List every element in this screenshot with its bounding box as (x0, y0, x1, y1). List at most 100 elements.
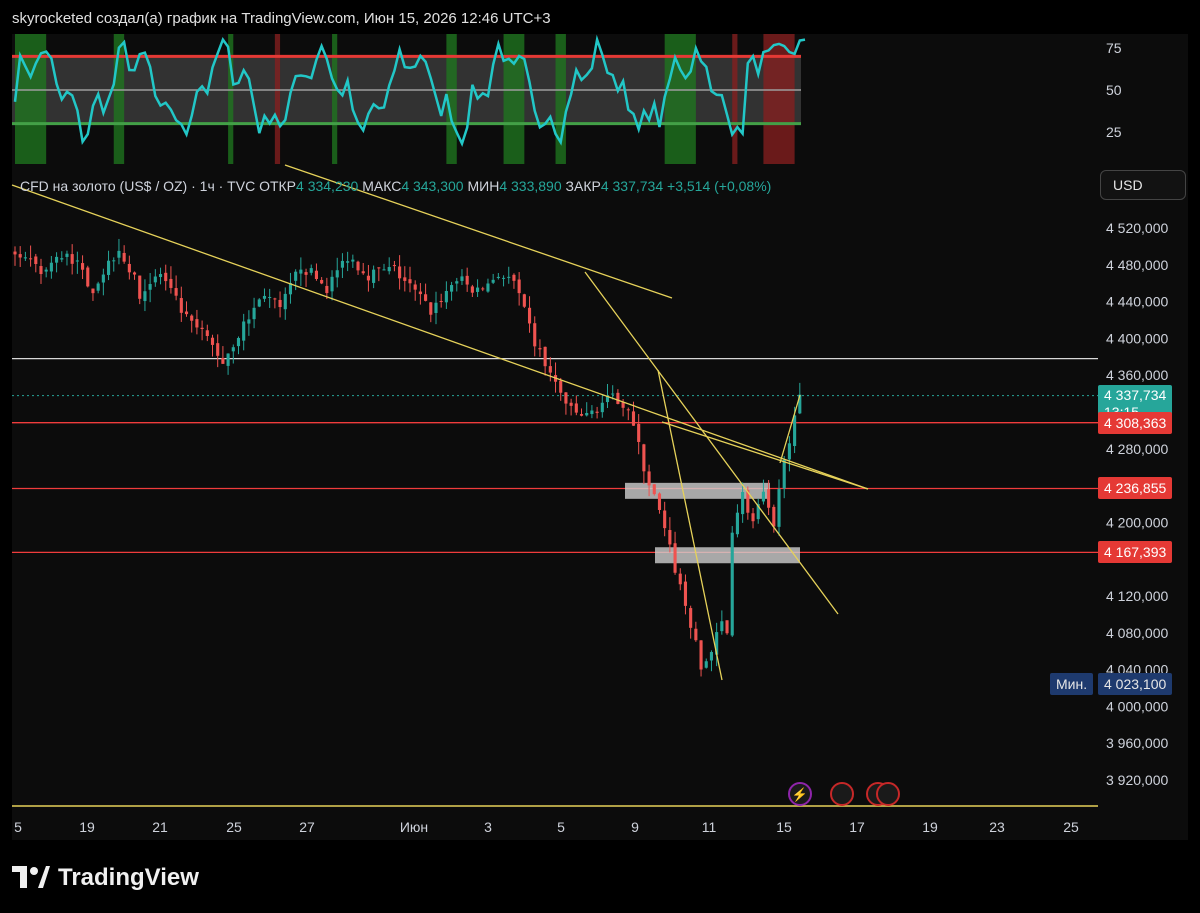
candle-body (44, 269, 48, 272)
support-zone-lower (655, 547, 800, 564)
date-tick: 19 (79, 819, 95, 835)
candle-body (709, 652, 714, 661)
candle-body (657, 493, 662, 510)
candle-body (559, 380, 563, 393)
candle-body (522, 294, 526, 307)
candle-body (501, 277, 506, 279)
price-tick: 4 080,000 (1106, 625, 1168, 641)
candle-body (361, 271, 365, 274)
candle-body (678, 573, 682, 585)
candle-body (122, 252, 126, 262)
candle-body (418, 291, 422, 295)
candle-body (86, 267, 90, 287)
candle-body (195, 319, 199, 328)
candle-body (60, 258, 64, 260)
open-value: 4 334,230 (296, 178, 359, 194)
candle-body (787, 443, 791, 460)
brand-name: TradingView (58, 864, 199, 891)
currency-button[interactable]: USD (1100, 170, 1186, 200)
candle-body (548, 366, 552, 373)
candle-body (730, 532, 734, 636)
date-tick: 11 (702, 819, 717, 835)
date-tick: 25 (1063, 819, 1079, 835)
candle-body (450, 285, 454, 292)
candle-body (13, 251, 17, 255)
candle-body (564, 392, 568, 404)
candle-body (600, 402, 604, 413)
price-tick: 4 520,000 (1106, 220, 1168, 236)
price-tick: 4 280,000 (1106, 441, 1168, 457)
oscillator-zone-6 (503, 34, 525, 164)
candle-body (694, 628, 698, 641)
candle-body (424, 294, 428, 301)
candle-body (673, 543, 677, 573)
candle-body (507, 276, 511, 278)
candle-body (543, 346, 547, 367)
date-tick: 17 (849, 819, 865, 835)
candle-body (221, 357, 225, 364)
date-tick: 27 (299, 819, 315, 835)
candle-body (517, 279, 521, 294)
candle-body (210, 337, 215, 345)
oscillator-zone-8 (664, 34, 696, 164)
candle-body (252, 307, 256, 320)
candle-body (595, 411, 599, 413)
price-tick: 4 440,000 (1106, 294, 1168, 310)
candle-body (434, 302, 438, 314)
candle-body (626, 409, 630, 411)
candle-body (106, 260, 111, 275)
candle-body (579, 414, 584, 416)
high-value: 4 343,300 (401, 178, 464, 194)
candle-body (39, 266, 43, 275)
candle-body (413, 284, 417, 290)
candle-body (216, 343, 220, 356)
candle-body (23, 257, 27, 259)
candle-body (585, 412, 589, 416)
candle-body (200, 327, 204, 330)
candle-body (325, 285, 329, 294)
candle-body (761, 491, 765, 502)
candle-body (720, 621, 724, 632)
candle-body (569, 402, 573, 406)
candle-body (169, 278, 173, 288)
candle-body (538, 348, 542, 350)
candle-body (782, 459, 786, 489)
candle-body (190, 315, 194, 321)
candle-body (699, 640, 703, 670)
level-price-tag-3: 4 167,393 (1098, 541, 1173, 564)
candle-body (143, 291, 147, 302)
chart-svg[interactable]: 25 50 75 4 520,000 4 480,000 4 440,000 4 400,0… (0, 0, 1200, 913)
symbol-name: CFD на золото (US$ / OZ) · 1ч · TVC (20, 178, 256, 194)
date-tick: Июн (400, 819, 428, 835)
candle-body (226, 353, 230, 366)
candle-body (330, 276, 334, 292)
candle-body (262, 295, 267, 299)
min-price-tag: 4 023,100 (1098, 673, 1173, 695)
us-flag-event-icon (830, 782, 854, 806)
oscillator-tick-75: 75 (1106, 40, 1122, 56)
candle-body (772, 506, 776, 527)
date-tick: 5 (14, 819, 22, 835)
candle-body (184, 311, 189, 315)
candle-body (273, 298, 277, 300)
candle-body (533, 323, 537, 347)
candle-body (663, 510, 667, 529)
candle-body (398, 266, 402, 279)
candle-body (236, 337, 241, 347)
candle-body (777, 489, 781, 527)
candle-body (299, 269, 303, 274)
candle-body (476, 287, 480, 292)
candle-body (444, 290, 448, 303)
trend-line-4 (661, 421, 869, 490)
candle-body (49, 262, 53, 272)
candle-body (158, 274, 163, 278)
price-tick: 3 960,000 (1106, 735, 1168, 751)
candle-body (725, 620, 729, 634)
candle-body (366, 275, 370, 281)
oscillator-zone-3 (274, 34, 281, 164)
oscillator-zone-9 (732, 34, 738, 164)
candle-body (793, 415, 797, 447)
candle-body (138, 275, 142, 299)
candle-body (767, 489, 771, 508)
level-price-tag-1: 4 308,363 (1098, 411, 1173, 434)
